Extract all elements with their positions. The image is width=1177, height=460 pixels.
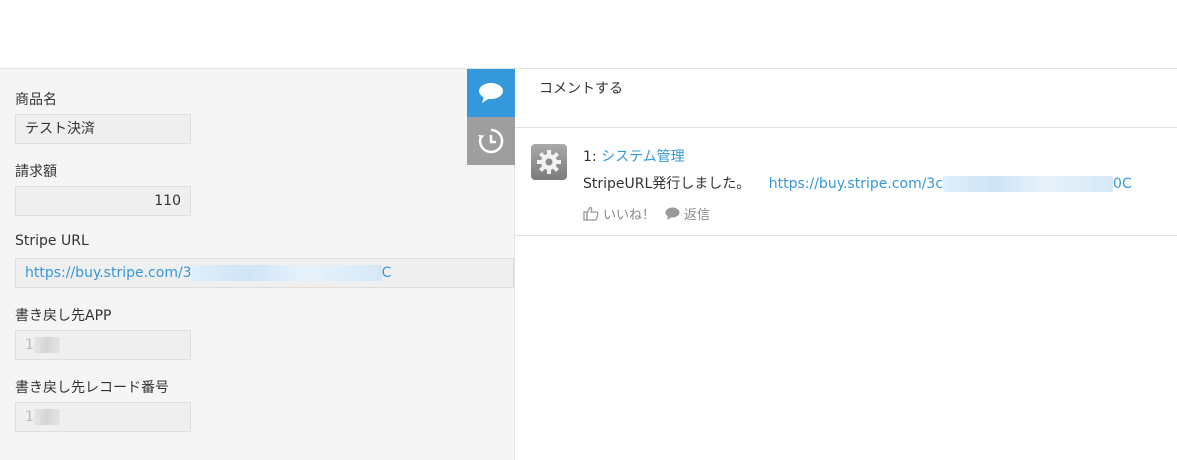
reply-label: 返信 xyxy=(684,208,711,223)
like-label: いいね！ xyxy=(603,208,656,223)
like-button[interactable]: いいね！ xyxy=(583,204,655,223)
redacted-value xyxy=(33,409,60,425)
redacted-url-segment xyxy=(191,265,382,281)
field-label-product-name: 商品名 xyxy=(15,92,57,108)
gear-icon xyxy=(537,150,561,174)
comment-tab[interactable] xyxy=(467,69,515,117)
redacted-value xyxy=(33,337,60,353)
top-bar xyxy=(0,0,1177,69)
field-label-writeback-record-number: 書き戻し先レコード番号 xyxy=(15,380,169,396)
record-detail-pane: 商品名 テスト決済 請求額 110 Stripe URL https://buy… xyxy=(0,69,515,460)
field-stripe-url: https://buy.stripe.com/3 C xyxy=(15,258,514,288)
comment-author-link[interactable]: システム管理 xyxy=(601,149,685,165)
comment-text: StripeURL発行しました。 xyxy=(583,176,751,192)
field-product-name: テスト決済 xyxy=(15,114,191,144)
field-writeback-record-number: 1 xyxy=(15,402,191,432)
comment-input-area[interactable]: コメントする xyxy=(515,69,1177,128)
comment-input-placeholder: コメントする xyxy=(539,81,623,97)
comment-item: 1: システム管理 StripeURL発行しました。 https://buy.s… xyxy=(515,128,1177,236)
comment-actions: いいね！ 返信 xyxy=(583,204,710,223)
history-tab[interactable] xyxy=(467,117,515,165)
field-amount: 110 xyxy=(15,186,191,216)
speech-bubble-icon xyxy=(479,83,503,103)
comment-url-link[interactable]: https://buy.stripe.com/3c 0C xyxy=(769,176,1132,192)
thumbs-up-icon xyxy=(583,206,599,221)
field-label-amount: 請求額 xyxy=(15,164,57,180)
stripe-url-link[interactable]: https://buy.stripe.com/3 C xyxy=(25,265,391,281)
reply-button[interactable]: 返信 xyxy=(665,204,710,223)
comment-body: StripeURL発行しました。 https://buy.stripe.com/… xyxy=(583,173,1132,193)
field-label-stripe-url: Stripe URL xyxy=(15,233,89,249)
comment-number: 1: xyxy=(583,149,597,165)
redacted-url-segment xyxy=(943,176,1114,192)
history-icon xyxy=(478,128,504,154)
comment-pane: コメントする 1: システム管理 StripeURL発行しました。 https:… xyxy=(515,69,1177,460)
comment-header: 1: システム管理 xyxy=(583,146,685,166)
avatar xyxy=(531,144,567,180)
field-writeback-app: 1 xyxy=(15,330,191,360)
speech-bubble-icon xyxy=(665,207,680,220)
field-label-writeback-app: 書き戻し先APP xyxy=(15,308,112,324)
